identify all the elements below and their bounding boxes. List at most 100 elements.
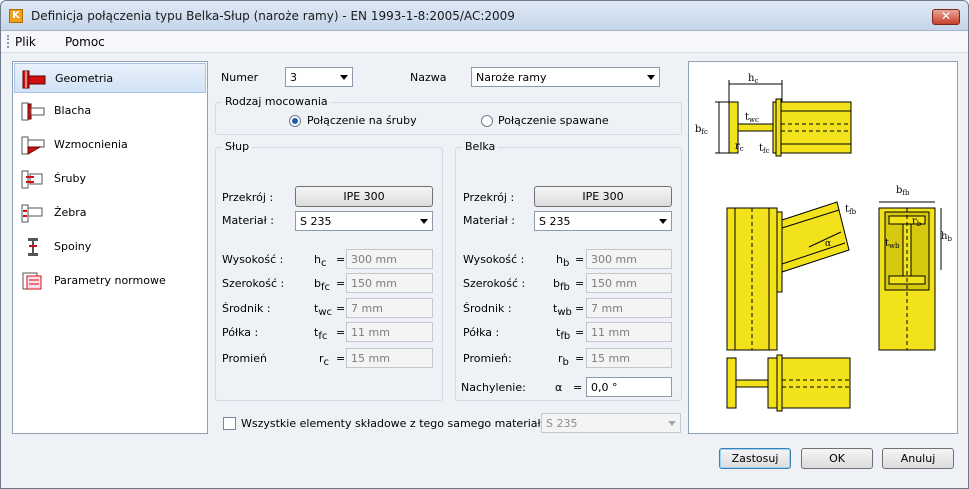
eq-sign: = bbox=[573, 381, 583, 394]
beam-flange-label: Półka : bbox=[463, 326, 500, 339]
beam-radius-field: 15 mm bbox=[586, 348, 672, 368]
column-flange-label: Półka : bbox=[222, 326, 259, 339]
mount-type-title: Rodzaj mocowania bbox=[222, 95, 331, 108]
geometry-icon bbox=[22, 70, 46, 89]
apply-button[interactable]: Zastosuj bbox=[719, 448, 791, 469]
chevron-down-icon bbox=[340, 75, 348, 80]
eq-sign: = bbox=[575, 326, 585, 339]
column-material-value: S 235 bbox=[300, 215, 332, 228]
radio-welded-label[interactable]: Połączenie spawane bbox=[498, 114, 609, 127]
menu-file[interactable]: Plik bbox=[15, 35, 36, 49]
chevron-down-icon bbox=[647, 75, 655, 80]
title-bar: K Definicja połączenia typu Belka-Słup (… bbox=[1, 1, 968, 31]
beam-height-symbol: hb bbox=[556, 253, 570, 270]
beam-flange-symbol: tfb bbox=[556, 326, 571, 343]
ok-button[interactable]: OK bbox=[801, 448, 873, 469]
connection-preview: hc bfc twc rc tfc α bfb tfb twb rb hb bbox=[688, 61, 958, 434]
beam-material-value: S 235 bbox=[539, 215, 571, 228]
nav-item-stiffeners[interactable]: Wzmocnienia bbox=[14, 130, 206, 160]
close-button[interactable]: ✕ bbox=[932, 9, 960, 25]
dim-tfc: tfc bbox=[759, 143, 770, 155]
column-title: Słup bbox=[222, 140, 253, 153]
column-section-label: Przekrój : bbox=[222, 191, 274, 204]
same-material-label[interactable]: Wszystkie elementy składowe z tego sameg… bbox=[241, 417, 555, 430]
plan-view bbox=[726, 354, 851, 412]
beam-width-field: 150 mm bbox=[586, 273, 672, 293]
number-combo[interactable]: 3 bbox=[285, 67, 353, 87]
column-flange-symbol: tfc bbox=[314, 326, 328, 343]
chevron-down-icon bbox=[659, 219, 667, 224]
mount-type-group: Rodzaj mocowania bbox=[215, 95, 682, 135]
cancel-button[interactable]: Anuluj bbox=[882, 448, 954, 469]
bolt-icon bbox=[21, 170, 43, 189]
nav-item-code-parameters[interactable]: Parametry normowe bbox=[14, 266, 206, 296]
beam-width-label: Szerokość : bbox=[463, 277, 526, 290]
menu-grip bbox=[7, 35, 9, 48]
column-width-label: Szerokość : bbox=[222, 277, 285, 290]
dim-bfc: bfc bbox=[695, 124, 708, 136]
column-material-label: Materiał : bbox=[222, 214, 274, 227]
beam-section-label: Przekrój : bbox=[463, 191, 515, 204]
column-height-field: 300 mm bbox=[346, 249, 433, 269]
radio-bolted[interactable] bbox=[289, 115, 301, 127]
column-radius-label: Promień bbox=[222, 352, 267, 365]
menu-help[interactable]: Pomoc bbox=[65, 35, 105, 49]
menu-bar: Plik Pomoc bbox=[1, 31, 968, 53]
nav-label-geometry: Geometria bbox=[55, 72, 114, 85]
nav-label-plate: Blacha bbox=[54, 104, 92, 117]
app-icon: K bbox=[9, 9, 23, 23]
beam-material-combo[interactable]: S 235 bbox=[534, 211, 672, 231]
name-combo[interactable]: Naroże ramy bbox=[471, 67, 660, 87]
column-material-combo[interactable]: S 235 bbox=[295, 211, 433, 231]
chevron-down-icon bbox=[668, 421, 676, 426]
same-material-combo[interactable]: S 235 bbox=[541, 413, 681, 433]
radio-welded[interactable] bbox=[481, 115, 493, 127]
nav-item-bolts[interactable]: Śruby bbox=[14, 164, 206, 194]
beam-section-view bbox=[878, 201, 942, 351]
rib-icon bbox=[21, 204, 43, 223]
nav-item-plate[interactable]: Blacha bbox=[14, 96, 206, 126]
dim-hb: hb bbox=[941, 231, 952, 243]
eq-sign: = bbox=[336, 326, 346, 339]
column-width-symbol: bfc bbox=[314, 277, 331, 294]
beam-section-button[interactable]: IPE 300 bbox=[534, 186, 672, 207]
category-list: Geometria Blacha Wzmocnienia Śruby Żebra… bbox=[12, 61, 208, 434]
name-label: Nazwa bbox=[410, 71, 447, 84]
eq-sign: = bbox=[336, 302, 346, 315]
eq-sign: = bbox=[575, 352, 585, 365]
connection-drawing: hc bfc twc rc tfc α bfb tfb twb rb hb bbox=[695, 73, 952, 412]
beam-title: Belka bbox=[462, 140, 499, 153]
nav-item-ribs[interactable]: Żebra bbox=[14, 198, 206, 228]
dim-twc: twc bbox=[745, 112, 759, 124]
beam-web-field: 7 mm bbox=[586, 298, 672, 318]
beam-material-label: Materiał : bbox=[463, 214, 515, 227]
nav-item-geometry[interactable]: Geometria bbox=[14, 63, 206, 93]
beam-slope-input[interactable]: 0,0 ° bbox=[586, 377, 672, 397]
code-parameters-icon bbox=[22, 272, 42, 290]
column-section-button[interactable]: IPE 300 bbox=[295, 186, 433, 207]
column-web-symbol: twc bbox=[314, 302, 333, 319]
number-value: 3 bbox=[290, 71, 297, 84]
dim-hc: hc bbox=[748, 73, 758, 85]
window-title: Definicja połączenia typu Belka-Słup (na… bbox=[31, 9, 515, 23]
dialog-window: K Definicja połączenia typu Belka-Słup (… bbox=[0, 0, 969, 489]
column-web-label: Środnik : bbox=[222, 302, 271, 315]
chevron-down-icon bbox=[420, 219, 428, 224]
column-radius-field: 15 mm bbox=[346, 348, 433, 368]
beam-web-label: Środnik : bbox=[463, 302, 512, 315]
nav-item-welds[interactable]: Spoiny bbox=[14, 232, 206, 262]
nav-label-welds: Spoiny bbox=[54, 240, 92, 253]
same-material-checkbox[interactable] bbox=[223, 417, 236, 430]
beam-width-symbol: bfb bbox=[553, 277, 570, 294]
eq-sign: = bbox=[336, 277, 346, 290]
column-radius-symbol: rc bbox=[319, 352, 330, 369]
eq-sign: = bbox=[575, 277, 585, 290]
number-label: Numer bbox=[221, 71, 259, 84]
column-width-field: 150 mm bbox=[346, 273, 433, 293]
eq-sign: = bbox=[336, 253, 346, 266]
beam-height-label: Wysokość : bbox=[463, 253, 525, 266]
nav-label-stiffeners: Wzmocnienia bbox=[54, 138, 128, 151]
column-height-symbol: hc bbox=[314, 253, 327, 270]
nav-label-bolts: Śruby bbox=[54, 172, 86, 185]
radio-bolted-label[interactable]: Połączenie na śruby bbox=[307, 114, 417, 127]
